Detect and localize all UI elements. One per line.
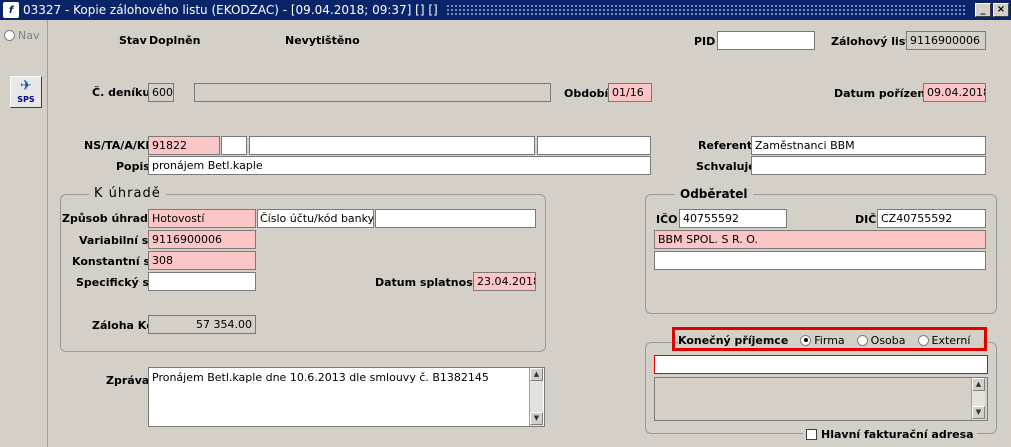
ns-label: NS/TA/A/KP: [84, 139, 154, 152]
datum-porizeni-label: Datum pořízení: [834, 87, 930, 100]
denik-field: 600: [148, 83, 174, 102]
print-status: Nevytištěno: [285, 34, 360, 47]
ucet-label-field: Číslo účtu/kód banky: [257, 209, 374, 228]
radio-firma-label: Firma: [814, 333, 845, 347]
ns-field-1[interactable]: 91822: [148, 136, 220, 155]
nav-radio-icon: [4, 30, 15, 41]
radio-firma-icon: [800, 334, 812, 346]
close-button[interactable]: ×: [993, 3, 1009, 17]
radio-externi[interactable]: Externí: [917, 333, 971, 347]
stav-value: Doplněn: [149, 34, 201, 47]
sps-button[interactable]: ✈ SPS: [10, 76, 42, 108]
pid-label: PID: [694, 35, 716, 48]
scroll-down-icon[interactable]: ▼: [972, 406, 985, 419]
zaloha-field: 57 354.00: [148, 315, 256, 334]
popis-field[interactable]: pronájem Betl.kaple: [148, 156, 651, 175]
konstantni-field[interactable]: 308: [148, 251, 256, 270]
splatnost-field[interactable]: 23.04.2018: [473, 272, 536, 291]
zpusob-uhrady-label: Způsob úhrady: [62, 212, 156, 225]
zpusob-uhrady-field[interactable]: Hotovostí: [148, 209, 256, 228]
zalohovy-list-field: 9116900006: [906, 31, 986, 50]
datum-porizeni-field[interactable]: 09.04.2018: [923, 83, 986, 102]
prijemce-scrollbar[interactable]: ▲ ▼: [971, 378, 985, 420]
popis-label: Popis: [116, 160, 150, 173]
ns-field-3[interactable]: [249, 136, 535, 155]
radio-osoba-icon: [856, 334, 868, 346]
stav-label: Stav: [119, 34, 147, 47]
zprava-textarea[interactable]: Pronájem Betl.kaple dne 10.6.2013 dle sm…: [148, 367, 545, 427]
denik-description-field: [194, 83, 551, 102]
radio-externi-icon: [917, 334, 929, 346]
scroll-up-icon[interactable]: ▲: [972, 378, 985, 391]
schvaluje-label: Schvaluje: [696, 160, 756, 173]
odberatel-name-field[interactable]: BBM SPOL. S R. O.: [654, 230, 986, 249]
zprava-scrollbar[interactable]: ▲ ▼: [529, 368, 543, 426]
dic-label: DIČ: [855, 213, 877, 226]
title-bar: f 03327 - Kopie zálohového listu (EKODZA…: [0, 0, 1011, 20]
radio-osoba-label: Osoba: [870, 333, 906, 347]
obdobi-label: Období: [564, 87, 609, 100]
title-bar-pattern: [445, 4, 967, 16]
paper-plane-icon: ✈: [20, 78, 32, 94]
ico-label: IČO: [656, 213, 678, 226]
main-form: Stav Doplněn Nevytištěno PID Zálohový li…: [49, 20, 1011, 447]
variabilni-label: Variabilní s.: [79, 234, 153, 247]
nav-label: Nav: [18, 29, 40, 42]
zaloha-label: Záloha Kč: [92, 319, 153, 332]
scroll-up-icon[interactable]: ▲: [530, 368, 543, 381]
ico-field[interactable]: 40755592: [679, 209, 787, 228]
hlavni-adresa-label: Hlavní fakturační adresa: [821, 428, 974, 441]
ucet-field[interactable]: [375, 209, 536, 228]
prijemce-header: Konečný příjemce Firma Osoba Externí: [678, 332, 983, 348]
minimize-button[interactable]: _: [975, 3, 991, 17]
app-icon: f: [3, 2, 19, 18]
specificky-label: Specifický s.: [76, 276, 154, 289]
denik-label: Č. deníku: [92, 86, 151, 99]
referent-label: Referent: [698, 139, 753, 152]
odberatel-title: Odběratel: [675, 187, 753, 201]
odberatel-extra-field[interactable]: [654, 251, 986, 270]
prijemce-label: Konečný příjemce: [678, 333, 789, 347]
zprava-label: Zpráva: [106, 374, 150, 387]
zprava-text: Pronájem Betl.kaple dne 10.6.2013 dle sm…: [152, 371, 489, 384]
nav-radio[interactable]: Nav: [4, 29, 39, 42]
k-uhrade-title: K úhradě: [89, 186, 166, 201]
sps-label: SPS: [17, 95, 35, 104]
obdobi-field[interactable]: 01/16: [608, 83, 652, 102]
radio-firma[interactable]: Firma: [800, 333, 845, 347]
zalohovy-list-label: Zálohový list: [831, 35, 911, 48]
window-title: 03327 - Kopie zálohového listu (EKODZAC)…: [23, 3, 438, 17]
prijemce-input[interactable]: [654, 355, 988, 374]
checkbox-icon: [806, 429, 817, 440]
schvaluje-field[interactable]: [751, 156, 986, 175]
ns-field-4[interactable]: [537, 136, 651, 155]
variabilni-field[interactable]: 9116900006: [148, 230, 256, 249]
radio-externi-label: Externí: [931, 333, 971, 347]
hlavni-adresa-checkbox[interactable]: Hlavní fakturační adresa: [803, 428, 977, 441]
ns-field-2[interactable]: [221, 136, 247, 155]
dic-field[interactable]: CZ40755592: [877, 209, 986, 228]
radio-osoba[interactable]: Osoba: [856, 333, 906, 347]
specificky-field[interactable]: [148, 272, 256, 291]
prijemce-textarea[interactable]: [654, 377, 988, 421]
konstantni-label: Konstantní s.: [72, 255, 155, 268]
scroll-down-icon[interactable]: ▼: [530, 412, 543, 425]
pid-input[interactable]: [717, 31, 815, 50]
referent-field[interactable]: Zaměstnanci BBM: [751, 136, 986, 155]
splatnost-label: Datum splatnosti: [375, 276, 482, 289]
